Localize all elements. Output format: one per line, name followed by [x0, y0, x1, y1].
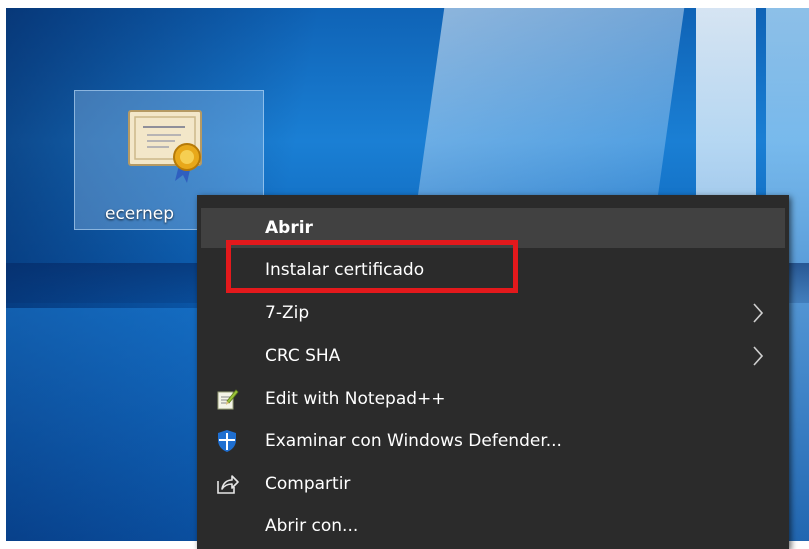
- desktop-icon-label: ecernep: [105, 204, 174, 224]
- menu-item-label: Compartir: [265, 474, 351, 494]
- menu-item-crc-sha[interactable]: CRC SHA: [201, 336, 785, 376]
- menu-item-label: 7-Zip: [265, 303, 310, 323]
- menu-item-label: Edit with Notepad++: [265, 389, 446, 409]
- chevron-right-icon: [753, 303, 764, 323]
- menu-item-7zip[interactable]: 7-Zip: [201, 293, 785, 333]
- menu-item-edit-with-notepad[interactable]: Edit with Notepad++: [201, 379, 785, 419]
- menu-item-examinar-windows-defender[interactable]: Examinar con Windows Defender...: [201, 421, 785, 461]
- context-menu: Abrir Instalar certificado 7-Zip CRC SHA…: [197, 195, 789, 549]
- menu-item-abrir[interactable]: Abrir: [201, 208, 785, 248]
- windows-defender-shield-icon: [218, 430, 236, 452]
- chevron-right-icon: [753, 346, 764, 366]
- menu-item-label: Abrir con...: [265, 516, 359, 536]
- menu-item-compartir[interactable]: Compartir: [201, 464, 785, 504]
- menu-item-instalar-certificado[interactable]: Instalar certificado: [201, 250, 785, 290]
- menu-item-label: Examinar con Windows Defender...: [265, 431, 562, 451]
- menu-item-label: CRC SHA: [265, 346, 341, 366]
- share-icon: [217, 475, 239, 494]
- menu-item-abrir-con[interactable]: Abrir con...: [201, 506, 785, 546]
- menu-item-label: Abrir: [265, 218, 313, 238]
- notepad-plus-plus-icon: [217, 389, 239, 410]
- menu-item-label: Instalar certificado: [265, 260, 425, 280]
- certificate-icon: [128, 110, 202, 183]
